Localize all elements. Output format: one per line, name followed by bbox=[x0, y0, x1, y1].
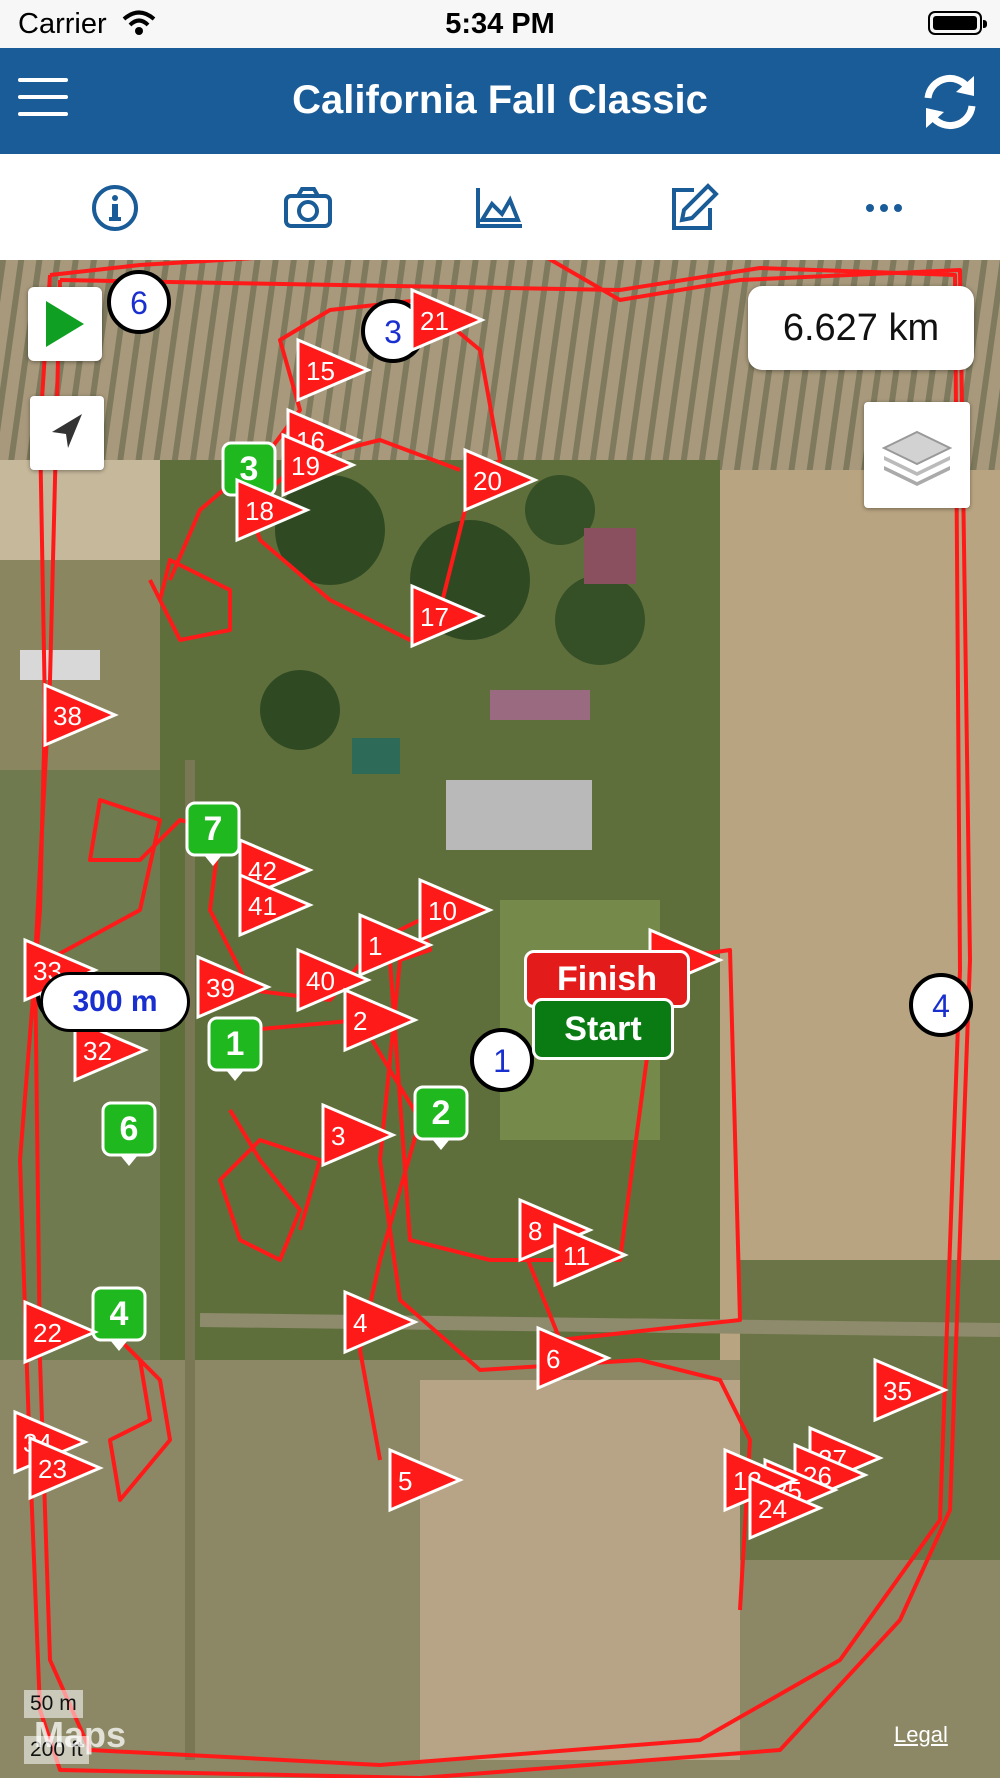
layers-button[interactable] bbox=[864, 402, 970, 508]
checkpoint-flag-10[interactable]: 10 bbox=[418, 877, 494, 943]
checkpoint-flag-21[interactable]: 21 bbox=[410, 287, 486, 353]
location-button[interactable] bbox=[30, 396, 104, 470]
checkpoint-flag-label: 4 bbox=[353, 1308, 367, 1338]
checkpoint-flag-label: 20 bbox=[473, 466, 502, 496]
checkpoint-flag-22[interactable]: 22 bbox=[23, 1299, 99, 1365]
more-icon[interactable] bbox=[856, 180, 912, 236]
checkpoint-flag-label: 39 bbox=[206, 973, 235, 1003]
checkpoint-flag-3[interactable]: 3 bbox=[321, 1102, 397, 1168]
checkpoint-flag-label: 24 bbox=[758, 1494, 787, 1524]
checkpoint-flag-label: 10 bbox=[428, 896, 457, 926]
play-button[interactable] bbox=[28, 287, 102, 361]
location-arrow-icon bbox=[52, 414, 82, 448]
start-label[interactable]: Start bbox=[532, 998, 674, 1060]
checkpoint-flag-label: 22 bbox=[33, 1318, 62, 1348]
checkpoint-flag-label: 32 bbox=[83, 1036, 112, 1066]
checkpoint-flag-label: 38 bbox=[53, 701, 82, 731]
toolbar bbox=[0, 154, 1000, 261]
checkpoint-flag-15[interactable]: 15 bbox=[296, 337, 372, 403]
checkpoint-flag-5[interactable]: 5 bbox=[388, 1447, 464, 1513]
nav-bar: California Fall Classic bbox=[0, 48, 1000, 154]
checkpoint-flag-label: 2 bbox=[353, 1006, 367, 1036]
play-icon bbox=[46, 301, 84, 347]
checkpoint-flag-2[interactable]: 2 bbox=[343, 987, 419, 1053]
layers-icon bbox=[881, 430, 953, 486]
checkpoint-flag-label: 41 bbox=[248, 891, 277, 921]
checkpoint-flag-label: 11 bbox=[563, 1241, 590, 1271]
checkpoint-flag-label: 6 bbox=[546, 1344, 560, 1374]
maps-logo: Maps bbox=[34, 1714, 127, 1755]
checkpoint-flag-label: 8 bbox=[528, 1216, 542, 1246]
checkpoint-flag-label: 3 bbox=[331, 1121, 345, 1151]
chart-icon[interactable] bbox=[472, 180, 528, 236]
checkpoint-flag-11[interactable]: 11 bbox=[553, 1222, 629, 1288]
checkpoint-flag-20[interactable]: 20 bbox=[463, 447, 539, 513]
checkpoint-flag-17[interactable]: 17 bbox=[410, 583, 486, 649]
refresh-icon[interactable] bbox=[920, 72, 980, 132]
checkpoint-flag-label: 23 bbox=[38, 1454, 67, 1484]
checkpoint-flag-35[interactable]: 35 bbox=[873, 1357, 949, 1423]
checkpoint-flag-label: 21 bbox=[420, 306, 449, 336]
total-distance: 6.627 km bbox=[748, 286, 974, 370]
checkpoint-flag-label: 1 bbox=[368, 931, 382, 961]
info-icon[interactable] bbox=[87, 180, 143, 236]
checkpoint-flag-label: 35 bbox=[883, 1376, 912, 1406]
checkpoint-flag-label: 18 bbox=[245, 496, 274, 526]
course-map[interactable]: 3 7 1 2 6 4 6 3 1 4 21 15 16 19 20 18 17… bbox=[0, 260, 1000, 1778]
checkpoint-flag-6[interactable]: 6 bbox=[536, 1325, 612, 1391]
legal-link[interactable]: Legal bbox=[894, 1722, 948, 1748]
status-bar: Carrier 5:34 PM bbox=[0, 0, 1000, 48]
segment-distance-badge: 300 m bbox=[40, 972, 190, 1032]
edit-icon[interactable] bbox=[664, 180, 720, 236]
checkpoint-flag-4[interactable]: 4 bbox=[343, 1289, 419, 1355]
battery-icon bbox=[928, 11, 987, 35]
checkpoint-flag-38[interactable]: 38 bbox=[43, 682, 119, 748]
checkpoint-flag-label: 19 bbox=[291, 451, 320, 481]
camera-icon[interactable] bbox=[280, 180, 336, 236]
checkpoint-flag-39[interactable]: 39 bbox=[196, 954, 272, 1020]
checkpoint-flag-label: 40 bbox=[306, 966, 335, 996]
checkpoint-flag-label: 15 bbox=[306, 356, 335, 386]
checkpoint-flag-label: 17 bbox=[420, 602, 449, 632]
page-title: California Fall Classic bbox=[292, 78, 708, 122]
status-time: 5:34 PM bbox=[445, 8, 555, 40]
checkpoint-flag-label: 5 bbox=[398, 1466, 412, 1496]
